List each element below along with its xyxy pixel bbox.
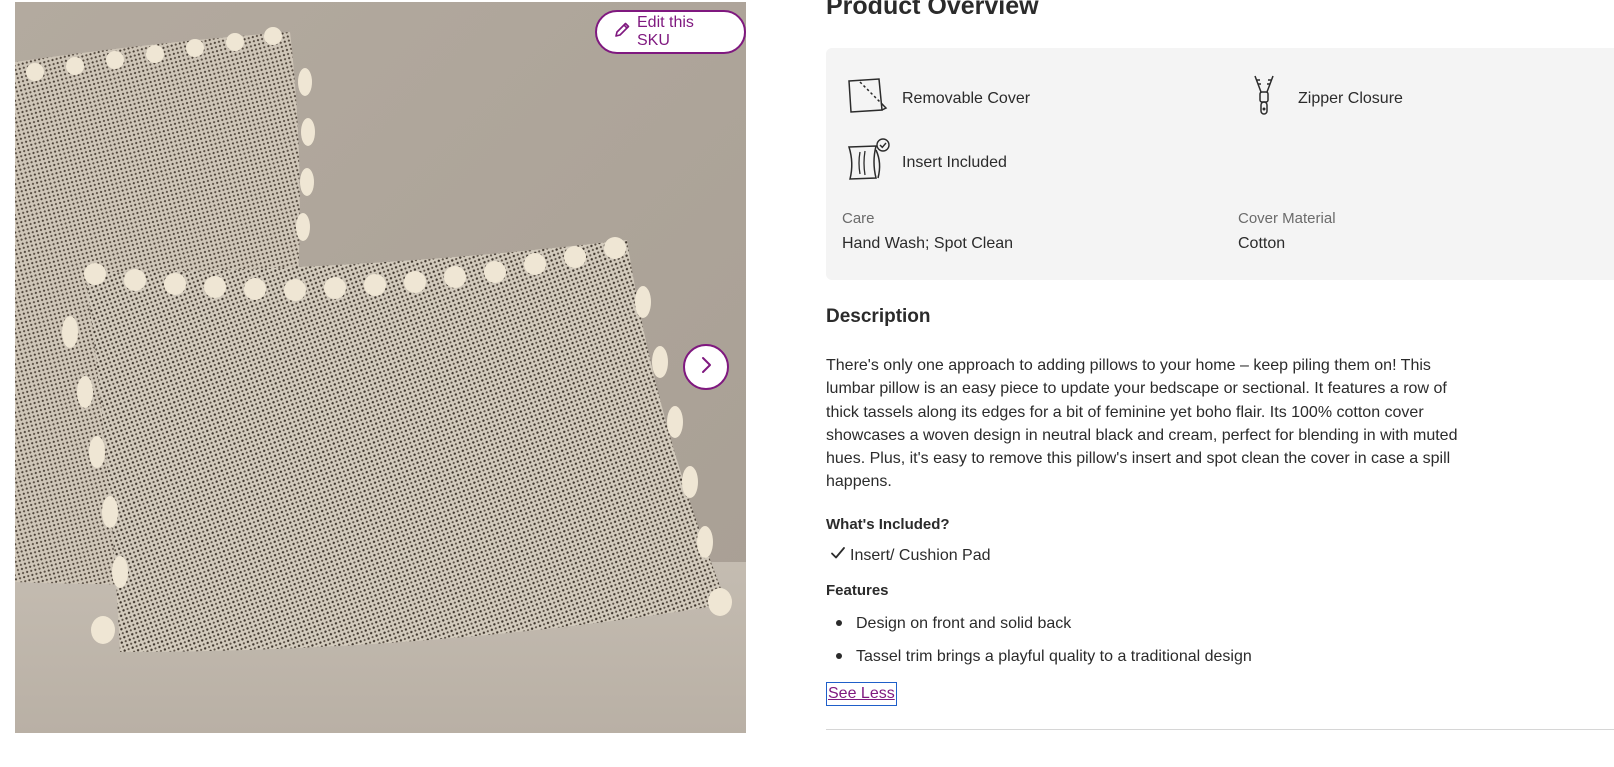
feature-label: Removable Cover — [902, 89, 1031, 107]
spec-value-care: Hand Wash; Spot Clean — [842, 235, 1014, 252]
features-list: Design on front and solid back Tassel tr… — [826, 612, 1252, 678]
spec-value-cover-material: Cotton — [1238, 235, 1286, 252]
included-item: Insert/ Cushion Pad — [830, 545, 991, 566]
feature-text: Tassel trim brings a playful quality to … — [856, 648, 1252, 665]
product-overview-title: Product Overview — [826, 0, 1039, 20]
edit-sku-label: Edit this SKU — [637, 14, 694, 49]
product-image-gallery: Edit this SKU — [15, 2, 746, 733]
feature-removable-cover: Removable Cover — [846, 74, 1030, 123]
checkmark-icon — [830, 545, 846, 566]
feature-insert-included: Insert Included — [846, 138, 1007, 187]
product-page: Edit this SKU Product Overview Removable… — [0, 0, 1614, 767]
bullet-icon — [836, 653, 842, 659]
description-title: Description — [826, 306, 931, 327]
list-item: Tassel trim brings a playful quality to … — [826, 645, 1252, 678]
insert-included-icon — [846, 138, 890, 187]
features-title: Features — [826, 582, 889, 599]
removable-cover-icon — [846, 74, 890, 123]
feature-text: Design on front and solid back — [856, 615, 1072, 632]
next-image-button[interactable] — [683, 344, 729, 390]
product-overview-panel: Removable Cover Zipper Closure Insert In… — [826, 48, 1614, 280]
feature-label: Insert Included — [902, 153, 1007, 171]
feature-label: Zipper Closure — [1298, 89, 1403, 107]
pencil-icon — [613, 21, 631, 44]
list-item: Design on front and solid back — [826, 612, 1252, 645]
bullet-icon — [836, 620, 842, 626]
description-text: There's only one approach to adding pill… — [826, 357, 1458, 491]
included-item-label: Insert/ Cushion Pad — [850, 546, 991, 564]
divider — [826, 729, 1614, 730]
zipper-icon — [1242, 74, 1286, 123]
spec-label-care: Care — [842, 210, 875, 227]
chevron-right-icon — [697, 356, 715, 379]
whats-included-title: What's Included? — [826, 516, 950, 533]
edit-sku-button[interactable]: Edit this SKU — [595, 10, 746, 54]
feature-zipper-closure: Zipper Closure — [1242, 74, 1403, 123]
product-photo — [15, 2, 746, 733]
see-less-link[interactable]: See Less — [826, 682, 897, 706]
spec-label-cover-material: Cover Material — [1238, 210, 1336, 227]
